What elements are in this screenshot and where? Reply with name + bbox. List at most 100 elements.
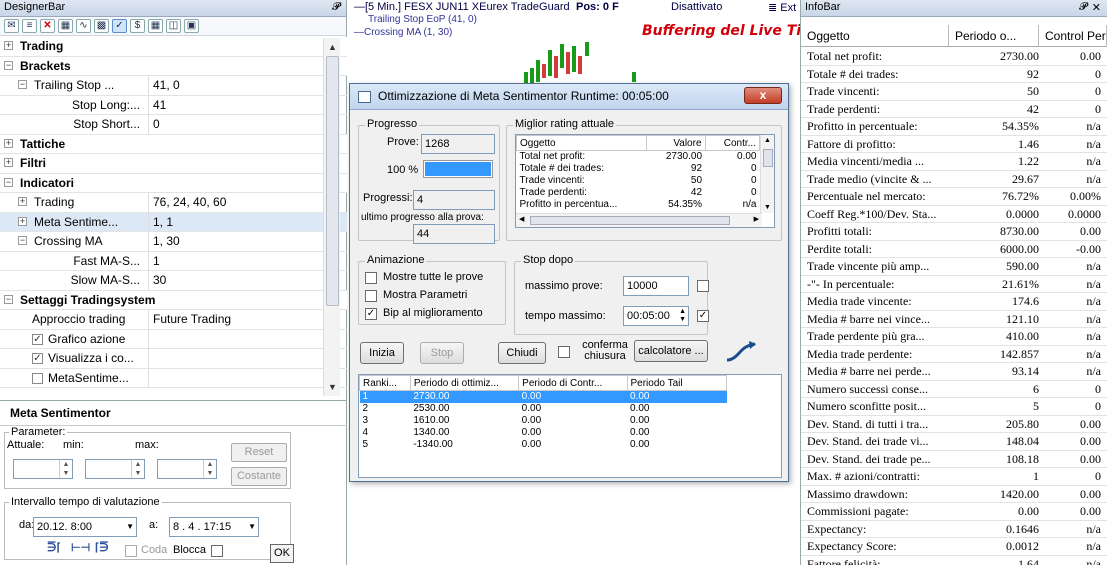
info-row[interactable]: Coeff Reg.*100/Dev. Sta... 0.0000 0.0000 <box>801 206 1107 223</box>
tree-row[interactable]: − Indicatori <box>0 173 347 193</box>
info-row[interactable]: Trade vincente più amp... 590.00 n/a <box>801 258 1107 276</box>
tree-row[interactable]: Slow MA-S... 30 <box>0 271 347 291</box>
scroll-up-icon[interactable]: ▲ <box>764 137 771 144</box>
tempo-massimo-input[interactable]: 00:05:00 ▲ ▼ <box>623 306 689 326</box>
line-chart-icon[interactable]: ∿ <box>76 19 91 33</box>
info-row[interactable]: Numero successi conse... 6 0 <box>801 381 1107 398</box>
info-row[interactable]: Media vincenti/media ... 1.22 n/a <box>801 153 1107 171</box>
results-row[interactable]: 3 1610.00 0.00 0.00 <box>360 415 727 427</box>
info-row[interactable]: Media trade perdente: 142.857 n/a <box>801 346 1107 363</box>
info-row[interactable]: Expectancy Score: 0.0012 n/a <box>801 538 1107 556</box>
tree-row[interactable]: − Trailing Stop ... 41, 0 <box>0 76 347 96</box>
animazione-checkbox[interactable] <box>365 272 377 284</box>
expand-collapse-icon[interactable]: + <box>4 41 13 50</box>
expand-collapse-icon[interactable]: + <box>18 216 27 226</box>
results-column-header[interactable]: Periodo di ottimiz... <box>409 375 520 391</box>
tree-row[interactable]: + Tattiche <box>0 134 347 154</box>
coda-checkbox[interactable] <box>125 545 137 557</box>
scroll-right-icon[interactable]: ▶ <box>754 215 759 223</box>
info-row[interactable]: Profitti totali: 8730.00 0.00 <box>801 223 1107 241</box>
close-button[interactable]: x <box>744 87 782 104</box>
info-row[interactable]: Profitto in percentuale: 54.35% n/a <box>801 118 1107 136</box>
results-list[interactable]: Ranki... Periodo di ottimiz... Periodo di … <box>358 374 782 478</box>
info-row[interactable]: Fattore felicità: 1.64 n/a <box>801 556 1107 565</box>
scroll-thumb[interactable] <box>530 216 730 225</box>
scroll-up-icon[interactable]: ▲ <box>328 42 337 52</box>
info-col-oggetto[interactable]: Oggetto <box>801 25 949 47</box>
expand-collapse-icon[interactable]: + <box>4 158 13 167</box>
ok-button[interactable]: OK <box>270 544 294 563</box>
info-row[interactable]: Max. # azioni/contratti: 1 0 <box>801 468 1107 486</box>
scroll-left-icon[interactable]: ◀ <box>519 215 524 223</box>
info-row[interactable]: Dev. Stand. dei trade pe... 108.18 0.00 <box>801 451 1107 468</box>
bar-chart-icon[interactable]: ▦ <box>58 19 73 33</box>
tree-row[interactable]: − Settaggi Tradingsystem <box>0 290 347 310</box>
tree-row[interactable]: − Crossing MA 1, 30 <box>0 232 347 252</box>
spinner-arrows-icon[interactable]: ▲ ▼ <box>59 460 72 478</box>
rating-row[interactable]: Profitto in percentua... 54.35% n/a <box>517 199 760 211</box>
reset-button[interactable]: Reset <box>231 443 287 462</box>
info-row[interactable]: Fattore di profitto: 1.46 n/a <box>801 136 1107 153</box>
rating-column-header[interactable]: Valore <box>646 135 706 151</box>
tree-row[interactable]: Stop Long:... 41 <box>0 95 347 115</box>
tree-row[interactable]: + Trading <box>0 37 347 57</box>
info-row[interactable]: Trade vincenti: 50 0 <box>801 83 1107 101</box>
period-start-icon[interactable]: ⋽⌈ <box>47 541 61 554</box>
max-spinner[interactable]: ▲ ▼ <box>157 459 217 479</box>
tree-row-checkbox[interactable]: ✓ <box>32 353 43 364</box>
info-row[interactable]: Expectancy: 0.1646 n/a <box>801 521 1107 538</box>
pin-icon[interactable]: 𝓟 <box>1079 1 1087 14</box>
info-row[interactable]: Trade perdente più gra... 410.00 n/a <box>801 328 1107 346</box>
pin-icon[interactable]: 𝓟 <box>332 1 340 14</box>
dollar-arrow-icon[interactable]: $ <box>130 19 145 33</box>
massimo-prove-checkbox[interactable] <box>697 280 709 292</box>
equity-curve-icon[interactable] <box>724 338 758 366</box>
info-row[interactable]: Trade perdenti: 42 0 <box>801 101 1107 118</box>
spinner-arrows-icon[interactable]: ▲ ▼ <box>679 308 686 324</box>
tree-row[interactable]: ✓ Grafico azione <box>0 329 347 349</box>
scroll-down-icon[interactable]: ▼ <box>764 204 771 211</box>
tree-row[interactable]: Fast MA-S... 1 <box>0 251 347 271</box>
info-row[interactable]: Trade medio (vincite & ... 29.67 n/a <box>801 171 1107 188</box>
info-row[interactable]: Media # barre nei perde... 93.14 n/a <box>801 363 1107 381</box>
tree-row[interactable]: ✓ Visualizza i co... <box>0 349 347 369</box>
tree-row[interactable]: Approccio trading Future Trading <box>0 310 347 330</box>
expand-collapse-icon[interactable]: + <box>4 138 13 148</box>
expand-collapse-icon[interactable]: − <box>4 177 13 187</box>
results-row[interactable]: 5 -1340.00 0.00 0.00 <box>360 439 727 451</box>
massimo-prove-input[interactable]: 10000 <box>623 276 689 296</box>
results-column-header[interactable]: Periodo Tail <box>626 375 727 391</box>
list-icon[interactable]: ≡ <box>22 19 37 33</box>
tree-row-checkbox[interactable]: ✓ <box>32 333 43 345</box>
tree-row[interactable]: + Trading 76, 24, 40, 60 <box>0 193 347 213</box>
window-icon[interactable]: ▣ <box>184 19 199 33</box>
a-date-select[interactable]: 8 . 4 . 17:15 ▼ <box>169 517 259 537</box>
scroll-thumb[interactable] <box>763 149 773 167</box>
rating-row[interactable]: Total net profit: 2730.00 0.00 <box>517 151 760 164</box>
info-col-control[interactable]: Control Per. <box>1039 25 1107 47</box>
tree-row[interactable]: − Brackets <box>0 56 347 76</box>
info-row[interactable]: Numero sconfitte posit... 5 0 <box>801 398 1107 416</box>
expand-collapse-icon[interactable]: + <box>18 197 27 206</box>
results-column-header[interactable]: Periodo di Contr... <box>518 375 628 391</box>
tree-row[interactable]: + Meta Sentime... 1, 1 <box>0 212 347 232</box>
envelope-icon[interactable]: ✉ <box>4 19 19 33</box>
tree-row[interactable]: Stop Short... 0 <box>0 115 347 135</box>
expand-collapse-icon[interactable]: − <box>4 294 13 304</box>
expand-collapse-icon[interactable]: − <box>4 60 13 70</box>
optimize-icon[interactable]: ✓ <box>112 19 127 33</box>
rating-column-header[interactable]: Oggetto <box>516 135 647 151</box>
rating-row[interactable]: Totale # dei trades: 92 0 <box>517 163 760 175</box>
expand-collapse-icon[interactable]: − <box>18 236 27 245</box>
spinner-arrows-icon[interactable]: ▲ ▼ <box>203 460 216 478</box>
info-row[interactable]: Media # barre nei vince... 121.10 n/a <box>801 311 1107 328</box>
info-row[interactable]: Massimo drawdown: 1420.00 0.00 <box>801 486 1107 503</box>
rating-row[interactable]: Trade vincenti: 50 0 <box>517 175 760 187</box>
info-row[interactable]: Dev. Stand. di tutti i tra... 205.80 0.00 <box>801 416 1107 433</box>
info-row[interactable]: Dev. Stand. dei trade vi... 148.04 0.00 <box>801 433 1107 451</box>
min-spinner[interactable]: ▲ ▼ <box>85 459 145 479</box>
grid-icon[interactable]: ▦ <box>148 19 163 33</box>
table-icon[interactable]: ◫ <box>166 19 181 33</box>
blocca-checkbox[interactable] <box>211 545 223 557</box>
tree-row[interactable]: MetaSentime... <box>0 368 347 388</box>
